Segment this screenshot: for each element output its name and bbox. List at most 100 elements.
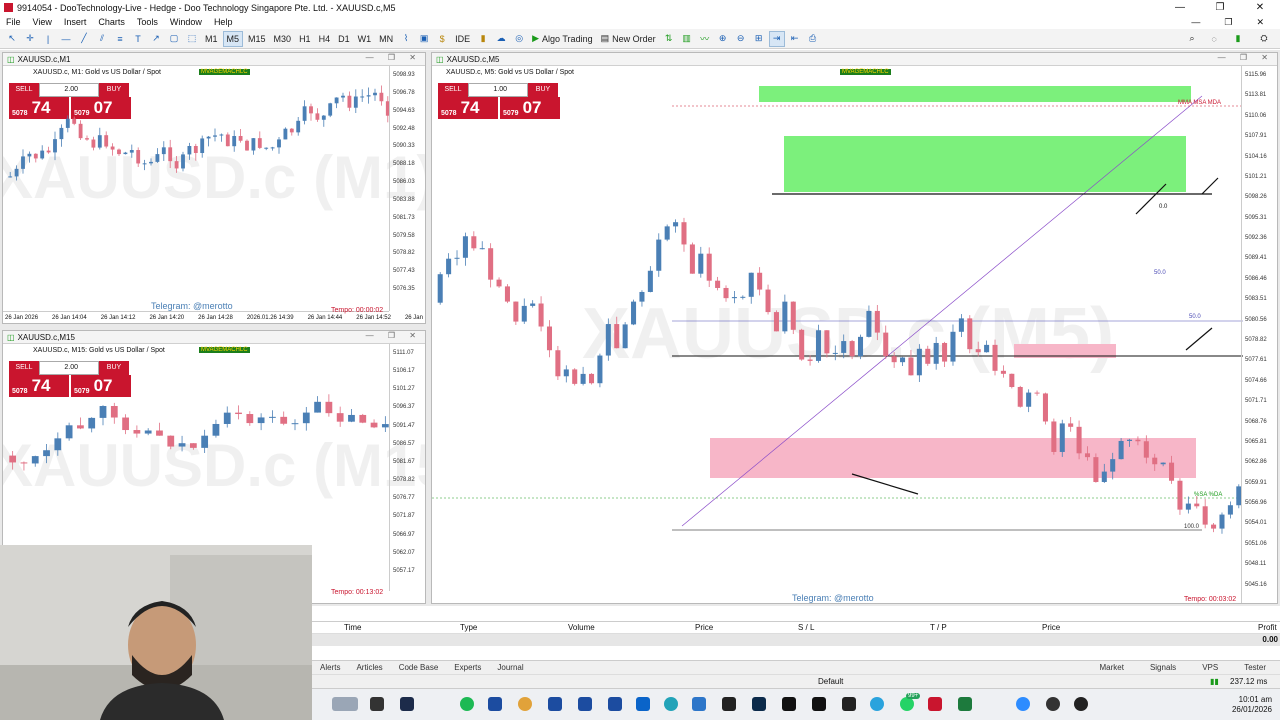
menu-help[interactable]: Help <box>208 17 239 27</box>
app-icon[interactable] <box>722 697 736 711</box>
menu-charts[interactable]: Charts <box>92 17 131 27</box>
col-volume[interactable]: Volume <box>568 623 595 632</box>
channel-icon[interactable]: ⫽ <box>94 31 110 47</box>
account-icon[interactable]: ⛭ <box>1256 31 1272 47</box>
chart-window-m5[interactable]: ◫ XAUUSD.c,M5— ❐ ✕ XAUUSD.c (M5) XAUUSD.c… <box>431 52 1278 604</box>
dollar-icon[interactable]: $ <box>434 31 450 47</box>
excel-icon[interactable] <box>958 697 972 711</box>
search-icon[interactable]: ⌕ <box>1184 31 1200 47</box>
app-icon[interactable] <box>400 697 414 711</box>
edge-icon[interactable] <box>664 697 678 711</box>
col-sl[interactable]: S / L <box>798 623 814 632</box>
taskview-icon[interactable] <box>332 697 358 711</box>
timeframe-m15[interactable]: M15 <box>245 31 269 47</box>
tab-experts[interactable]: Experts <box>446 663 489 672</box>
menu-view[interactable]: View <box>27 17 58 27</box>
new-order-button[interactable]: ▤ New Order <box>598 31 659 47</box>
whatsapp-icon[interactable] <box>900 697 914 711</box>
zoom-in-icon[interactable]: ⊕ <box>715 31 731 47</box>
text-icon[interactable]: T <box>130 31 146 47</box>
app-icon[interactable] <box>370 697 384 711</box>
menu-window[interactable]: Window <box>164 17 208 27</box>
vertical-line-icon[interactable]: | <box>40 31 56 47</box>
timeframe-d1[interactable]: D1 <box>335 31 353 47</box>
line-chart-icon[interactable]: 〰 <box>697 31 713 47</box>
window-buttons[interactable]: — ❐ ✕ <box>366 331 422 340</box>
maximize-button[interactable]: ❐ <box>1200 0 1240 15</box>
chart-tab-m5[interactable]: ◫ XAUUSD.c,M5 — ❐ ✕ <box>432 53 1277 66</box>
chrome-icon[interactable] <box>518 697 532 711</box>
col-price-current[interactable]: Price <box>1042 623 1060 632</box>
zoom-icon[interactable] <box>1016 697 1030 711</box>
fibonacci-icon[interactable]: ≡ <box>112 31 128 47</box>
tab-tester[interactable]: Tester <box>1236 663 1274 672</box>
arrow-tool-icon[interactable]: ↗ <box>148 31 164 47</box>
tab-vps[interactable]: VPS <box>1194 663 1226 672</box>
col-price[interactable]: Price <box>695 623 713 632</box>
photos-icon[interactable] <box>692 697 706 711</box>
tradingview-icon[interactable] <box>812 697 826 711</box>
cursor-icon[interactable]: ↖ <box>4 31 20 47</box>
app-icon[interactable] <box>752 697 766 711</box>
col-profit[interactable]: Profit <box>1258 623 1277 632</box>
terminal-app-icon[interactable] <box>488 697 502 711</box>
globe-icon[interactable]: ◎ <box>511 31 527 47</box>
horizontal-line-icon[interactable]: — <box>58 31 74 47</box>
tab-market[interactable]: Market <box>1091 663 1131 672</box>
timeframe-m1[interactable]: M1 <box>202 31 221 47</box>
chart-window-m1[interactable]: ◫ XAUUSD.c,M1— ❐ ✕ XAUUSD.c (M1) XAUUSD.c… <box>2 52 426 324</box>
terminal-app-icon[interactable] <box>548 697 562 711</box>
app-icon[interactable] <box>842 697 856 711</box>
shapes-icon[interactable]: ▢ <box>166 31 182 47</box>
menu-tools[interactable]: Tools <box>131 17 164 27</box>
timeframe-m5[interactable]: M5 <box>222 30 244 47</box>
col-tp[interactable]: T / P <box>930 623 947 632</box>
screenshot-icon[interactable]: ⎙ <box>805 31 821 47</box>
tab-articles[interactable]: Articles <box>348 663 390 672</box>
window-buttons[interactable]: — ❐ ✕ <box>366 53 422 62</box>
close-button[interactable]: ✕ <box>1240 0 1280 15</box>
timeframe-m30[interactable]: M30 <box>271 31 295 47</box>
col-time[interactable]: Time <box>344 623 361 632</box>
col-type[interactable]: Type <box>460 623 477 632</box>
timeframe-mn[interactable]: MN <box>376 31 396 47</box>
window-buttons[interactable]: — ❐ ✕ <box>1218 53 1274 62</box>
trendline-icon[interactable]: ╱ <box>76 31 92 47</box>
bar-chart-icon[interactable]: ▥ <box>679 31 695 47</box>
shapes-more-icon[interactable]: ⬚ <box>184 31 200 47</box>
spotify-icon[interactable] <box>460 697 474 711</box>
crosshair-icon[interactable]: ✛ <box>22 31 38 47</box>
cloud-icon[interactable]: ☁ <box>493 31 509 47</box>
timeframe-h4[interactable]: H4 <box>316 31 334 47</box>
menu-insert[interactable]: Insert <box>58 17 93 27</box>
lock-icon[interactable]: ▮ <box>475 31 491 47</box>
tab-signals[interactable]: Signals <box>1142 663 1184 672</box>
app-icon[interactable] <box>782 697 796 711</box>
tab-alerts[interactable]: Alerts <box>312 663 348 672</box>
outlook-icon[interactable] <box>636 697 650 711</box>
menu-file[interactable]: File <box>0 17 27 27</box>
app-icon[interactable] <box>1046 697 1060 711</box>
autoscroll-icon[interactable]: ⇥ <box>768 30 785 47</box>
ide-button[interactable]: IDE <box>452 31 473 47</box>
algo-trading-button[interactable]: ▶ Algo Trading <box>529 31 595 47</box>
chart-shift-icon[interactable]: ⇤ <box>787 31 803 47</box>
minimize-button[interactable]: — <box>1160 0 1200 15</box>
tab-code-base[interactable]: Code Base <box>391 663 447 672</box>
terminal-app-icon[interactable] <box>608 697 622 711</box>
grid-icon[interactable]: ⊞ <box>751 31 767 47</box>
templates-icon[interactable]: ▣ <box>416 31 432 47</box>
record-icon[interactable] <box>1074 697 1088 711</box>
terminal-app-icon[interactable] <box>578 697 592 711</box>
chat-icon[interactable]: ◌ <box>1206 31 1222 47</box>
indicators-icon[interactable]: ⌇ <box>398 31 414 47</box>
child-close-button[interactable]: ✕ <box>1244 17 1276 28</box>
app-icon[interactable] <box>928 697 942 711</box>
tab-journal[interactable]: Journal <box>489 663 531 672</box>
depth-icon[interactable]: ⇅ <box>661 31 677 47</box>
chart-tab-m15[interactable]: ◫ XAUUSD.c,M15 — ❐ ✕ <box>3 331 425 344</box>
telegram-icon[interactable] <box>870 697 884 711</box>
zoom-out-icon[interactable]: ⊖ <box>733 31 749 47</box>
child-restore-button[interactable]: ❐ <box>1212 17 1244 28</box>
system-clock[interactable]: 10:01 am 26/01/2026 <box>1232 695 1272 715</box>
